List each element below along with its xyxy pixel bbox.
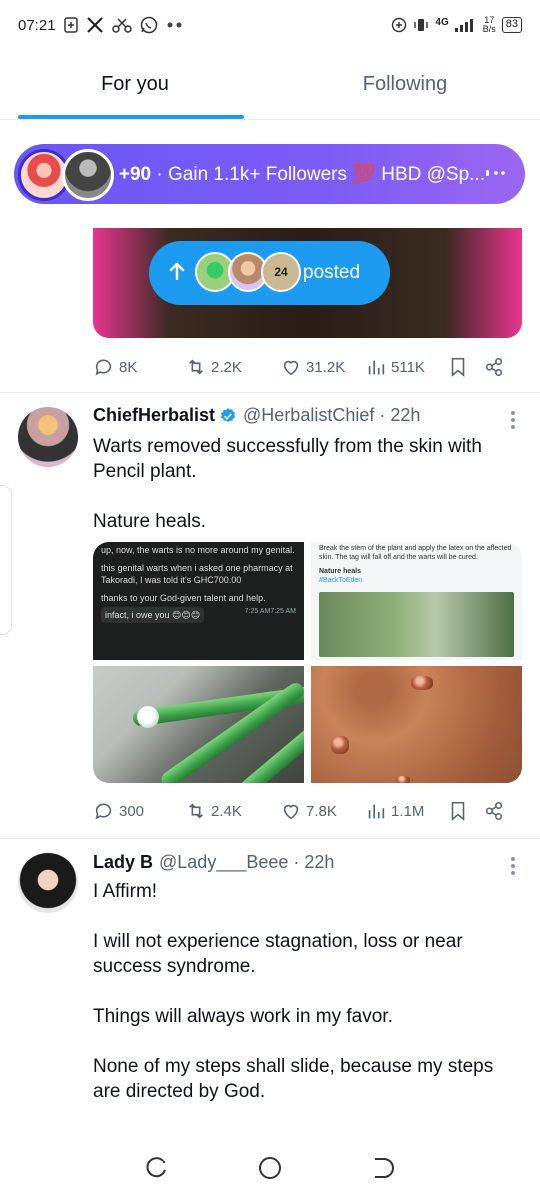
posted-label: posted <box>303 262 361 283</box>
retweet-button[interactable]: 2.4K <box>185 800 280 822</box>
recents-button[interactable] <box>143 1154 171 1182</box>
bookmark-icon <box>451 357 465 377</box>
recents-icon <box>146 1156 166 1177</box>
retweet-icon <box>189 803 203 819</box>
tweet-actions: 8K 2.2K 31.2K 511K <box>93 352 513 382</box>
active-tab-indicator <box>18 115 244 119</box>
arrow-up-icon <box>169 260 185 286</box>
retweet-button[interactable]: 2.2K <box>185 356 280 378</box>
x-logo-icon <box>86 17 104 33</box>
reply-button[interactable]: 8K <box>93 356 185 378</box>
add-box-icon <box>63 17 78 33</box>
space-title: +90 · Gain 1.1k+ Followers 💯 HBD @Sp... <box>118 164 485 185</box>
network-speed: 17 B/s <box>482 15 496 34</box>
timeline-tabs: For you Following <box>0 50 540 120</box>
vibrate-icon <box>413 17 429 33</box>
media-chat-screenshot[interactable]: up, now, the warts is no more around my … <box>93 542 304 660</box>
bookmark-icon <box>451 801 465 821</box>
back-button[interactable] <box>369 1154 397 1182</box>
avatar: 24 <box>261 252 301 292</box>
divider <box>0 392 540 393</box>
wart <box>411 676 433 690</box>
author-handle: @Lady___Beee · 22h <box>159 852 335 872</box>
retweet-icon <box>189 359 203 375</box>
network-type: 4G <box>435 16 449 28</box>
media-skin-photo[interactable] <box>311 666 522 783</box>
media-info-screenshot[interactable]: Break the stem of the plant and apply th… <box>311 542 522 660</box>
tweet-text: Warts removed successfully from the skin… <box>93 436 482 532</box>
status-time: 07:21 <box>18 16 56 34</box>
reply-button[interactable]: 300 <box>93 800 185 822</box>
tweet-actions: 300 2.4K 7.8K 1.1M <box>93 796 513 826</box>
battery-icon: 83 <box>501 17 522 33</box>
bookmark-button[interactable] <box>447 800 483 822</box>
like-button[interactable]: 7.8K <box>280 800 365 822</box>
reply-icon <box>95 803 112 820</box>
reply-icon <box>95 359 112 376</box>
share-icon <box>485 357 503 377</box>
scissors-icon <box>111 17 132 33</box>
views-button[interactable]: 511K <box>365 356 447 378</box>
new-posts-avatars: 24 <box>195 251 301 295</box>
wart <box>396 776 410 783</box>
plant-photo <box>319 592 514 657</box>
tweet-header: ChiefHerbalist @HerbalistChief · 22h <box>93 405 503 426</box>
avatar <box>62 149 114 201</box>
verified-badge-icon <box>219 407 237 425</box>
tweet-text: I Affirm! I will not experience stagnati… <box>93 881 494 1102</box>
latex-drop <box>137 706 159 728</box>
new-posts-pill[interactable]: 24 posted <box>149 241 390 305</box>
like-button[interactable]: 31.2K <box>280 356 365 378</box>
home-icon <box>258 1156 281 1179</box>
tweet-header: Lady B @Lady___Beee · 22h <box>93 852 503 873</box>
tweet-media-grid: up, now, the warts is no more around my … <box>93 542 522 783</box>
space-host-avatars <box>18 147 114 201</box>
share-icon <box>485 801 503 821</box>
heart-icon <box>283 804 299 820</box>
side-panel-handle[interactable] <box>0 485 12 635</box>
more-options-icon[interactable] <box>510 857 516 875</box>
views-button[interactable]: 1.1M <box>365 800 447 822</box>
whatsapp-icon <box>140 16 158 34</box>
views-icon <box>368 360 385 375</box>
heart-icon <box>283 360 299 376</box>
tab-for-you[interactable]: For you <box>0 50 270 119</box>
more-dots-icon <box>166 22 184 28</box>
share-button[interactable] <box>483 800 513 822</box>
data-saver-icon <box>391 17 407 33</box>
more-options-icon[interactable] <box>510 411 516 429</box>
audio-wave-icon <box>485 164 507 185</box>
home-button[interactable] <box>256 1154 284 1182</box>
signal-icon <box>454 18 477 32</box>
system-nav-bar <box>0 1135 540 1200</box>
author-name[interactable]: Lady B <box>93 852 153 873</box>
status-bar: 07:21 4G 17 B/s 83 <box>0 0 540 50</box>
avatar[interactable] <box>18 853 78 913</box>
back-icon <box>375 1157 395 1178</box>
wart <box>331 736 349 754</box>
author-handle: @HerbalistChief · 22h <box>243 405 421 425</box>
bookmark-button[interactable] <box>447 356 483 378</box>
divider <box>0 838 540 839</box>
spaces-banner[interactable]: +90 · Gain 1.1k+ Followers 💯 HBD @Sp... <box>14 144 525 204</box>
tab-following[interactable]: Following <box>270 50 540 119</box>
avatar[interactable] <box>18 407 78 467</box>
author-name[interactable]: ChiefHerbalist <box>93 405 215 426</box>
media-plant-photo[interactable] <box>93 666 304 783</box>
share-button[interactable] <box>483 356 513 378</box>
views-icon <box>368 804 385 819</box>
